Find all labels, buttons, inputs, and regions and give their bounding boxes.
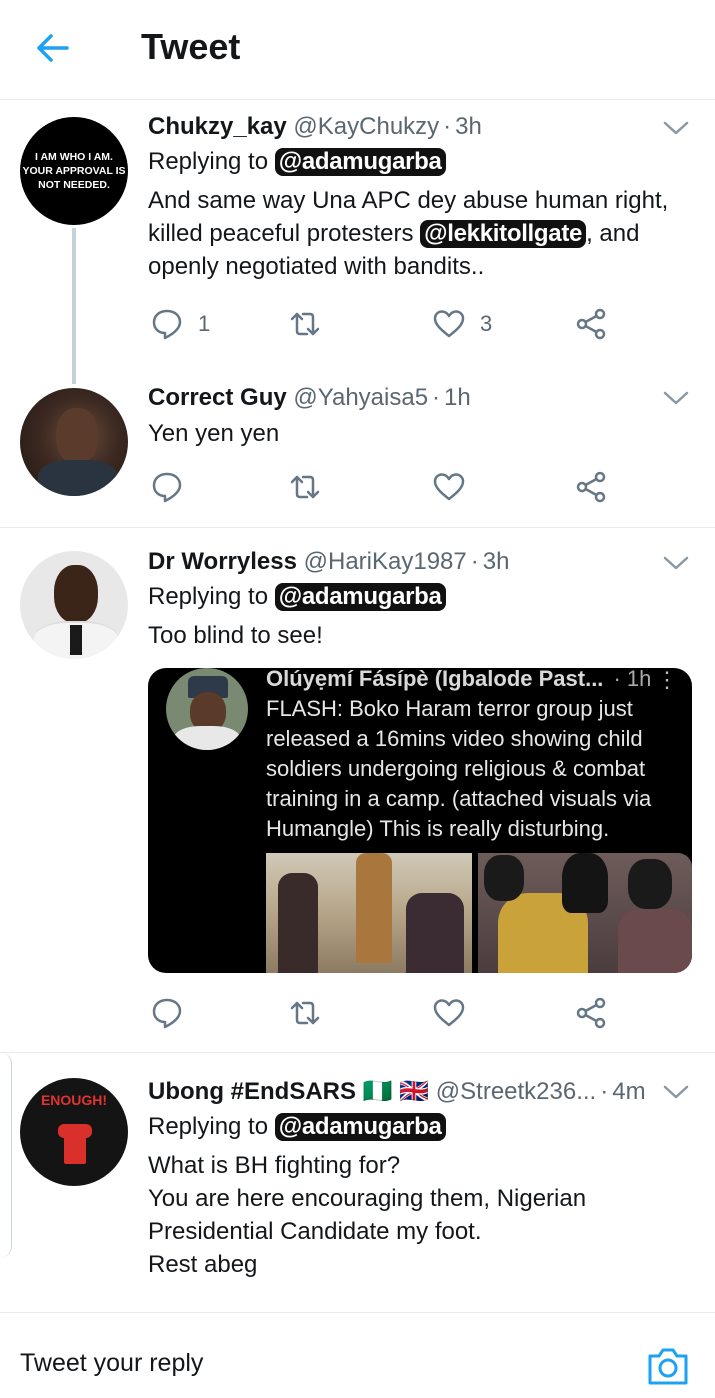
- avatar[interactable]: [20, 388, 128, 496]
- share-icon: [576, 471, 606, 503]
- page-title: Tweet: [141, 26, 241, 67]
- reply-icon: [152, 472, 182, 503]
- handle[interactable]: @Streetk236...: [436, 1078, 596, 1105]
- replying-to: Replying to @adamugarba: [148, 1111, 697, 1143]
- avatar[interactable]: ENOUGH!: [20, 1078, 128, 1186]
- mention-link[interactable]: @adamugarba: [274, 148, 446, 176]
- tweet-meta: Correct Guy @Yahyaisa5 · 1h: [148, 384, 471, 411]
- replying-to: Replying to @adamugarba: [148, 581, 697, 613]
- avatar[interactable]: I AM WHO I AM. YOUR APPROVAL IS NOT NEED…: [20, 117, 128, 225]
- mention-link[interactable]: @adamugarba: [274, 583, 446, 611]
- retweet-button[interactable]: [288, 467, 322, 507]
- reply-icon: [152, 998, 182, 1029]
- share-button[interactable]: [574, 304, 608, 344]
- camera-icon[interactable]: [646, 1345, 690, 1387]
- quoted-photo: [266, 853, 472, 973]
- tweet-actions: 1 3: [148, 304, 618, 344]
- chevron-down-icon[interactable]: [663, 120, 689, 136]
- quoted-avatar: [166, 668, 248, 750]
- timestamp: 3h: [482, 548, 510, 575]
- more-vert-icon: ⋮: [656, 668, 678, 692]
- retweet-icon: [290, 1001, 320, 1025]
- heart-icon: [433, 473, 465, 501]
- timestamp: 3h: [455, 113, 482, 140]
- reply-input[interactable]: Tweet your reply: [20, 1349, 203, 1378]
- back-button[interactable]: [30, 26, 74, 70]
- quoted-text: FLASH: Boko Haram terror group just rele…: [266, 696, 652, 841]
- display-name[interactable]: Ubong #EndSARS: [148, 1078, 356, 1105]
- display-name[interactable]: Correct Guy: [148, 384, 287, 411]
- share-icon: [576, 997, 606, 1029]
- like-count: 3: [480, 311, 493, 336]
- like-button[interactable]: [432, 467, 466, 507]
- mention-link[interactable]: @adamugarba: [274, 1113, 446, 1141]
- timestamp: 1h: [444, 384, 471, 411]
- tweet-meta: Chukzy_kay @KayChukzy · 3h: [148, 113, 482, 140]
- tweet-actions: [148, 467, 618, 507]
- tweet-actions: [148, 993, 618, 1033]
- top-bar: Tweet: [0, 0, 715, 100]
- reply-composer-bar[interactable]: Tweet your reply: [0, 1312, 715, 1398]
- replying-to: Replying to @adamugarba: [148, 146, 697, 178]
- retweet-button[interactable]: [288, 993, 322, 1033]
- side-edge-handle[interactable]: [0, 1052, 12, 1258]
- display-name[interactable]: Chukzy_kay: [148, 113, 287, 140]
- heart-icon: [433, 310, 465, 338]
- flag-emoji: 🇳🇬 🇬🇧: [362, 1078, 430, 1105]
- handle[interactable]: @HariKay1987: [304, 548, 467, 575]
- tweet-text: Yen yen yen: [148, 420, 280, 447]
- tweet-meta: Ubong #EndSARS 🇳🇬 🇬🇧 @Streetk236... · 4m: [148, 1078, 646, 1105]
- like-button[interactable]: [432, 993, 466, 1033]
- quoted-media-card[interactable]: Olúyẹmí Fásípè (Igbalode Past... · 1h ⋮ F…: [148, 668, 692, 973]
- display-name[interactable]: Dr Worryless: [148, 548, 297, 575]
- reply-count: 1: [198, 311, 211, 336]
- quoted-author: Olúyẹmí Fásípè (Igbalode Past... · 1h: [266, 668, 652, 691]
- divider: [0, 1052, 715, 1053]
- reply-button[interactable]: [150, 467, 184, 507]
- share-button[interactable]: [574, 993, 608, 1033]
- avatar-text: I AM WHO I AM. YOUR APPROVAL IS NOT NEED…: [22, 151, 126, 191]
- retweet-button[interactable]: [288, 304, 322, 344]
- arrow-left-icon: [37, 34, 69, 62]
- chevron-down-icon[interactable]: [663, 390, 689, 406]
- quoted-photo: [478, 853, 692, 973]
- reply-button[interactable]: 1: [150, 304, 210, 344]
- chevron-down-icon[interactable]: [663, 1084, 689, 1100]
- thread-connector: [72, 228, 76, 384]
- mention-link[interactable]: @lekkitollgate: [420, 220, 587, 248]
- timestamp: 4m: [612, 1078, 646, 1105]
- like-button[interactable]: 3: [432, 304, 492, 344]
- reply-button[interactable]: [150, 993, 184, 1033]
- tweet-text: Too blind to see!: [148, 622, 323, 649]
- share-button[interactable]: [574, 467, 608, 507]
- avatar[interactable]: [20, 551, 128, 659]
- handle[interactable]: @Yahyaisa5: [293, 384, 428, 411]
- heart-icon: [433, 999, 465, 1027]
- retweet-icon: [290, 475, 320, 499]
- chevron-down-icon[interactable]: [663, 555, 689, 571]
- retweet-icon: [290, 312, 320, 336]
- share-icon: [576, 308, 606, 340]
- tweet-text: What is BH fighting for? You are here en…: [148, 1152, 587, 1278]
- avatar-text: ENOUGH!: [40, 1092, 108, 1108]
- reply-icon: [152, 309, 182, 340]
- divider: [0, 527, 715, 528]
- tweet-meta: Dr Worryless @HariKay1987 · 3h: [148, 548, 510, 575]
- tweet-text: And same way Una APC dey abuse human rig…: [148, 187, 669, 280]
- handle[interactable]: @KayChukzy: [293, 113, 439, 140]
